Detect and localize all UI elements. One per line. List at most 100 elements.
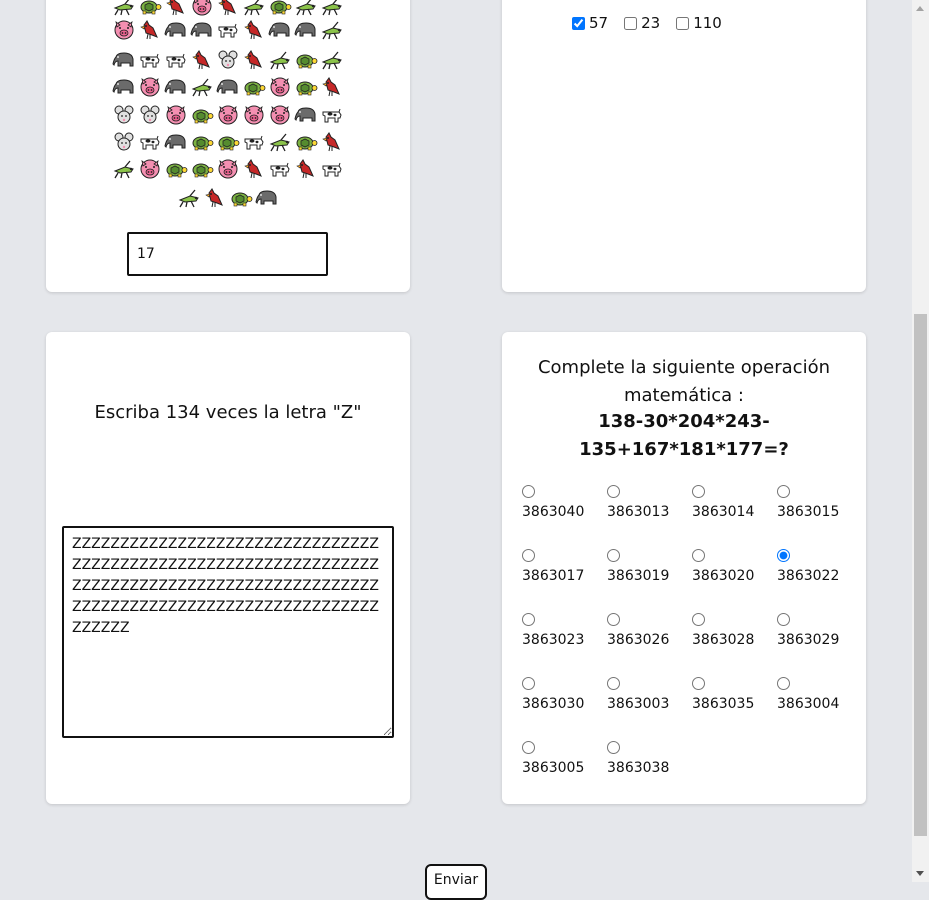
cardinal-icon <box>216 0 240 17</box>
radio-button[interactable] <box>522 677 535 690</box>
pig-icon <box>268 104 292 126</box>
math-expression: 138-30*204*243-135+167*181*177=? <box>579 411 789 460</box>
radio-label: 3863005 <box>522 760 585 776</box>
checkbox-question-card: 57 23 110 <box>502 0 866 292</box>
radio-label: 3863019 <box>607 568 670 584</box>
checkbox-option[interactable]: 57 <box>572 14 608 32</box>
elephant-icon <box>112 76 136 98</box>
math-radio-option[interactable]: 3863017 <box>522 549 602 584</box>
radio-button[interactable] <box>692 549 705 562</box>
checkbox-option[interactable]: 23 <box>624 14 660 32</box>
radio-button[interactable] <box>522 485 535 498</box>
math-radio-option[interactable]: 3863013 <box>607 485 687 520</box>
radio-button[interactable] <box>607 741 620 754</box>
math-radio-option[interactable]: 3863038 <box>607 741 687 776</box>
radio-button[interactable] <box>522 549 535 562</box>
animal-count-input[interactable] <box>127 232 328 276</box>
animal-emoji-grid <box>46 0 410 210</box>
math-radio-option[interactable]: 3863003 <box>607 677 687 712</box>
radio-button[interactable] <box>777 677 790 690</box>
radio-label: 3863040 <box>522 504 585 520</box>
math-radio-option[interactable]: 3863030 <box>522 677 602 712</box>
radio-label: 3863026 <box>607 632 670 648</box>
math-radio-option[interactable]: 3863023 <box>522 613 602 648</box>
math-radio-option[interactable]: 3863014 <box>692 485 772 520</box>
checkbox[interactable] <box>624 16 638 30</box>
page-scrollbar[interactable] <box>912 0 929 882</box>
grasshopper-icon <box>242 0 266 17</box>
grasshopper-icon <box>320 49 344 71</box>
math-radio-option[interactable]: 3863004 <box>777 677 857 712</box>
grasshopper-icon <box>190 76 214 98</box>
radio-button[interactable] <box>607 677 620 690</box>
animal-row <box>46 0 410 19</box>
cardinal-icon <box>138 19 162 41</box>
letters-answer-textarea[interactable]: ZZZZZZZZZZZZZZZZZZZZZZZZZZZZZZZZZZZZZZZZ… <box>62 526 394 738</box>
pig-icon <box>268 76 292 98</box>
radio-label: 3863015 <box>777 504 840 520</box>
math-radio-option[interactable]: 3863029 <box>777 613 857 648</box>
animal-row <box>46 104 410 128</box>
math-radio-option[interactable]: 3863026 <box>607 613 687 648</box>
radio-button[interactable] <box>522 613 535 626</box>
elephant-icon <box>164 19 188 41</box>
radio-button[interactable] <box>777 485 790 498</box>
turtle-icon <box>294 49 318 71</box>
checkbox[interactable] <box>676 16 690 30</box>
elephant-icon <box>255 187 279 209</box>
math-radio-option[interactable]: 3863040 <box>522 485 602 520</box>
turtle-icon <box>229 187 253 209</box>
math-question-title: Complete la siguiente operación matemáti… <box>537 357 831 406</box>
radio-label: 3863017 <box>522 568 585 584</box>
math-radio-option[interactable]: 3863020 <box>692 549 772 584</box>
cow-icon <box>138 49 162 71</box>
cardinal-icon <box>203 187 227 209</box>
math-radio-option[interactable]: 3863035 <box>692 677 772 712</box>
elephant-icon <box>216 76 240 98</box>
radio-label: 3863013 <box>607 504 670 520</box>
animal-row <box>46 131 410 155</box>
elephant-icon <box>294 104 318 126</box>
math-radio-option[interactable]: 3863028 <box>692 613 772 648</box>
radio-button[interactable] <box>522 741 535 754</box>
turtle-icon <box>216 131 240 153</box>
turtle-icon <box>268 0 292 17</box>
animal-count-card <box>46 0 410 292</box>
scrollbar-thumb[interactable] <box>914 314 927 836</box>
cow-icon <box>320 104 344 126</box>
scroll-up-arrow-icon[interactable] <box>912 0 929 17</box>
radio-button[interactable] <box>777 549 790 562</box>
cardinal-icon <box>294 158 318 180</box>
radio-button[interactable] <box>607 549 620 562</box>
radio-button[interactable] <box>607 613 620 626</box>
mouse-icon <box>138 104 162 126</box>
radio-button[interactable] <box>692 613 705 626</box>
turtle-icon <box>190 131 214 153</box>
pig-icon <box>112 19 136 41</box>
cardinal-icon <box>320 76 344 98</box>
grasshopper-icon <box>320 0 344 17</box>
submit-button[interactable]: Enviar <box>425 864 487 900</box>
turtle-icon <box>190 158 214 180</box>
checkbox[interactable] <box>572 16 585 30</box>
math-radio-option[interactable]: 3863022 <box>777 549 857 584</box>
turtle-icon <box>242 76 266 98</box>
radio-button[interactable] <box>692 485 705 498</box>
radio-label: 3863023 <box>522 632 585 648</box>
math-radio-option[interactable]: 3863015 <box>777 485 857 520</box>
radio-button[interactable] <box>607 485 620 498</box>
math-radio-option[interactable]: 3863019 <box>607 549 687 584</box>
animal-row <box>46 49 410 73</box>
math-question-card: Complete la siguiente operación matemáti… <box>502 332 866 804</box>
radio-button[interactable] <box>777 613 790 626</box>
radio-button[interactable] <box>692 677 705 690</box>
cardinal-icon <box>242 49 266 71</box>
radio-label: 3863004 <box>777 696 840 712</box>
scroll-down-arrow-icon[interactable] <box>912 865 929 882</box>
radio-label: 3863038 <box>607 760 670 776</box>
radio-label: 3863020 <box>692 568 755 584</box>
grasshopper-icon <box>177 187 201 209</box>
math-radio-option[interactable]: 3863005 <box>522 741 602 776</box>
checkbox-option[interactable]: 110 <box>676 14 722 32</box>
radio-label: 3863030 <box>522 696 585 712</box>
